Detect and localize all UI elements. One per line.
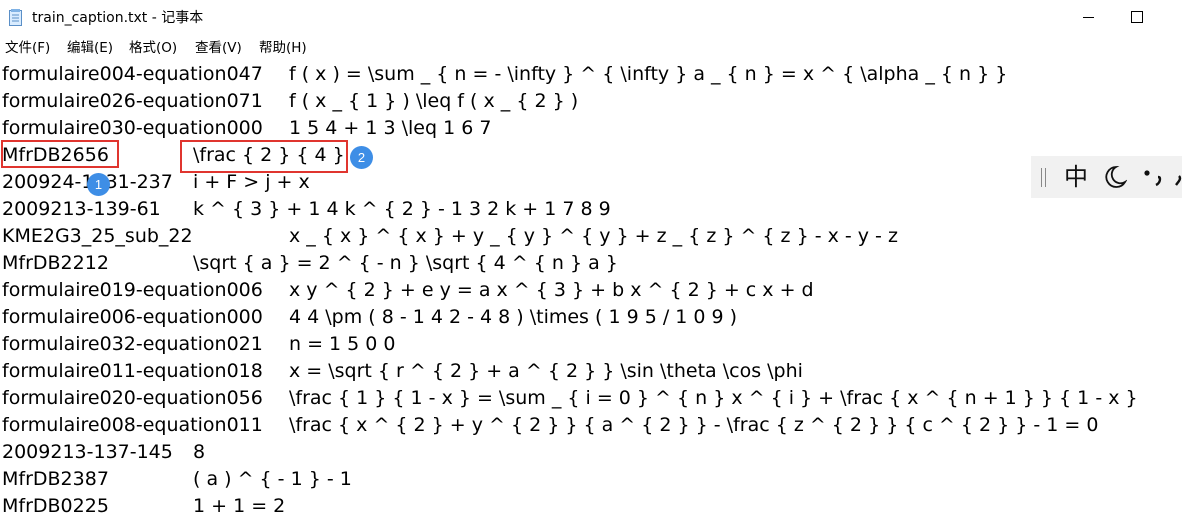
line-id: 2009213-139-61: [2, 198, 161, 220]
line-equation: i + F > j + x: [193, 171, 310, 193]
menu-edit[interactable]: 编辑(E): [67, 39, 113, 57]
line-equation: \frac { 1 } { 1 - x } = \sum _ { i = 0 }…: [289, 387, 1138, 409]
line-equation: n = 1 5 0 0: [289, 333, 396, 355]
line-id: formulaire011-equation018: [2, 360, 263, 382]
ime-mode-toggle[interactable]: 中: [1064, 162, 1088, 192]
line-id: formulaire008-equation011: [2, 414, 263, 436]
minimize-button[interactable]: [1066, 0, 1112, 34]
line-id: KME2G3_25_sub_22: [2, 225, 193, 247]
ime-toolbar[interactable]: 中: [1031, 156, 1182, 198]
line-id: MfrDB2212: [2, 252, 109, 274]
minimize-icon: [1083, 17, 1094, 18]
annotation-badge-2: 2: [350, 146, 373, 169]
line-id: MfrDB0225: [2, 495, 109, 517]
annotation-box-id: [1, 140, 119, 168]
line-equation: ( a ) ^ { - 1 } - 1: [193, 468, 352, 490]
menu-file[interactable]: 文件(F): [5, 39, 50, 57]
window-title: train_caption.txt - 记事本: [32, 10, 204, 26]
line-equation: \frac { x ^ { 2 } + y ^ { 2 } } { a ^ { …: [289, 414, 1099, 436]
line-id: formulaire026-equation071: [2, 90, 263, 112]
line-equation: 1 5 4 + 1 3 \leq 1 6 7: [289, 117, 492, 139]
line-id: formulaire030-equation000: [2, 117, 263, 139]
maximize-icon: [1131, 11, 1143, 23]
line-equation: 4 4 \pm ( 8 - 1 4 2 - 4 8 ) \times ( 1 9…: [289, 306, 738, 328]
line-equation: k ^ { 3 } + 1 4 k ^ { 2 } - 1 3 2 k + 1 …: [193, 198, 611, 220]
moon-icon[interactable]: [1101, 165, 1127, 189]
annotation-badge-1: 1: [87, 173, 110, 196]
punctuation-icon[interactable]: [1141, 165, 1167, 189]
line-equation: x _ { x } ^ { x } + y _ { y } ^ { y } + …: [289, 225, 898, 247]
line-id: formulaire032-equation021: [2, 333, 263, 355]
annotation-box-equation: [180, 140, 348, 173]
line-id: formulaire006-equation000: [2, 306, 263, 328]
line-equation: \sqrt { a } = 2 ^ { - n } \sqrt { 4 ^ { …: [193, 252, 618, 274]
notepad-icon: [9, 9, 22, 26]
text-editor[interactable]: formulaire004-equation047 f ( x ) = \sum …: [0, 61, 1182, 522]
line-id: formulaire020-equation056: [2, 387, 263, 409]
line-equation: 1 + 1 = 2: [193, 495, 286, 517]
line-equation: x = \sqrt { r ^ { 2 } + a ^ { 2 } } \sin…: [289, 360, 803, 382]
line-id: formulaire019-equation006: [2, 279, 263, 301]
drag-handle-icon[interactable]: [1041, 168, 1046, 187]
line-id: MfrDB2387: [2, 468, 109, 490]
maximize-button[interactable]: [1114, 0, 1160, 34]
line-equation: 8: [193, 441, 206, 463]
line-id: 2009213-137-145: [2, 441, 173, 463]
menu-help[interactable]: 帮助(H): [259, 39, 307, 57]
title-bar: train_caption.txt - 记事本: [0, 0, 1182, 36]
line-id: formulaire004-equation047: [2, 63, 263, 85]
menu-view[interactable]: 查看(V): [195, 39, 242, 57]
more-icon[interactable]: [1173, 166, 1182, 190]
line-equation: x y ^ { 2 } + e y = a x ^ { 3 } + b x ^ …: [289, 279, 814, 301]
line-equation: f ( x _ { 1 } ) \leq f ( x _ { 2 } ): [289, 90, 579, 112]
line-equation: f ( x ) = \sum _ { n = - \infty } ^ { \i…: [289, 63, 1008, 85]
menu-format[interactable]: 格式(O): [129, 39, 177, 57]
menu-bar: 文件(F) 编辑(E) 格式(O) 查看(V) 帮助(H): [0, 36, 1182, 60]
